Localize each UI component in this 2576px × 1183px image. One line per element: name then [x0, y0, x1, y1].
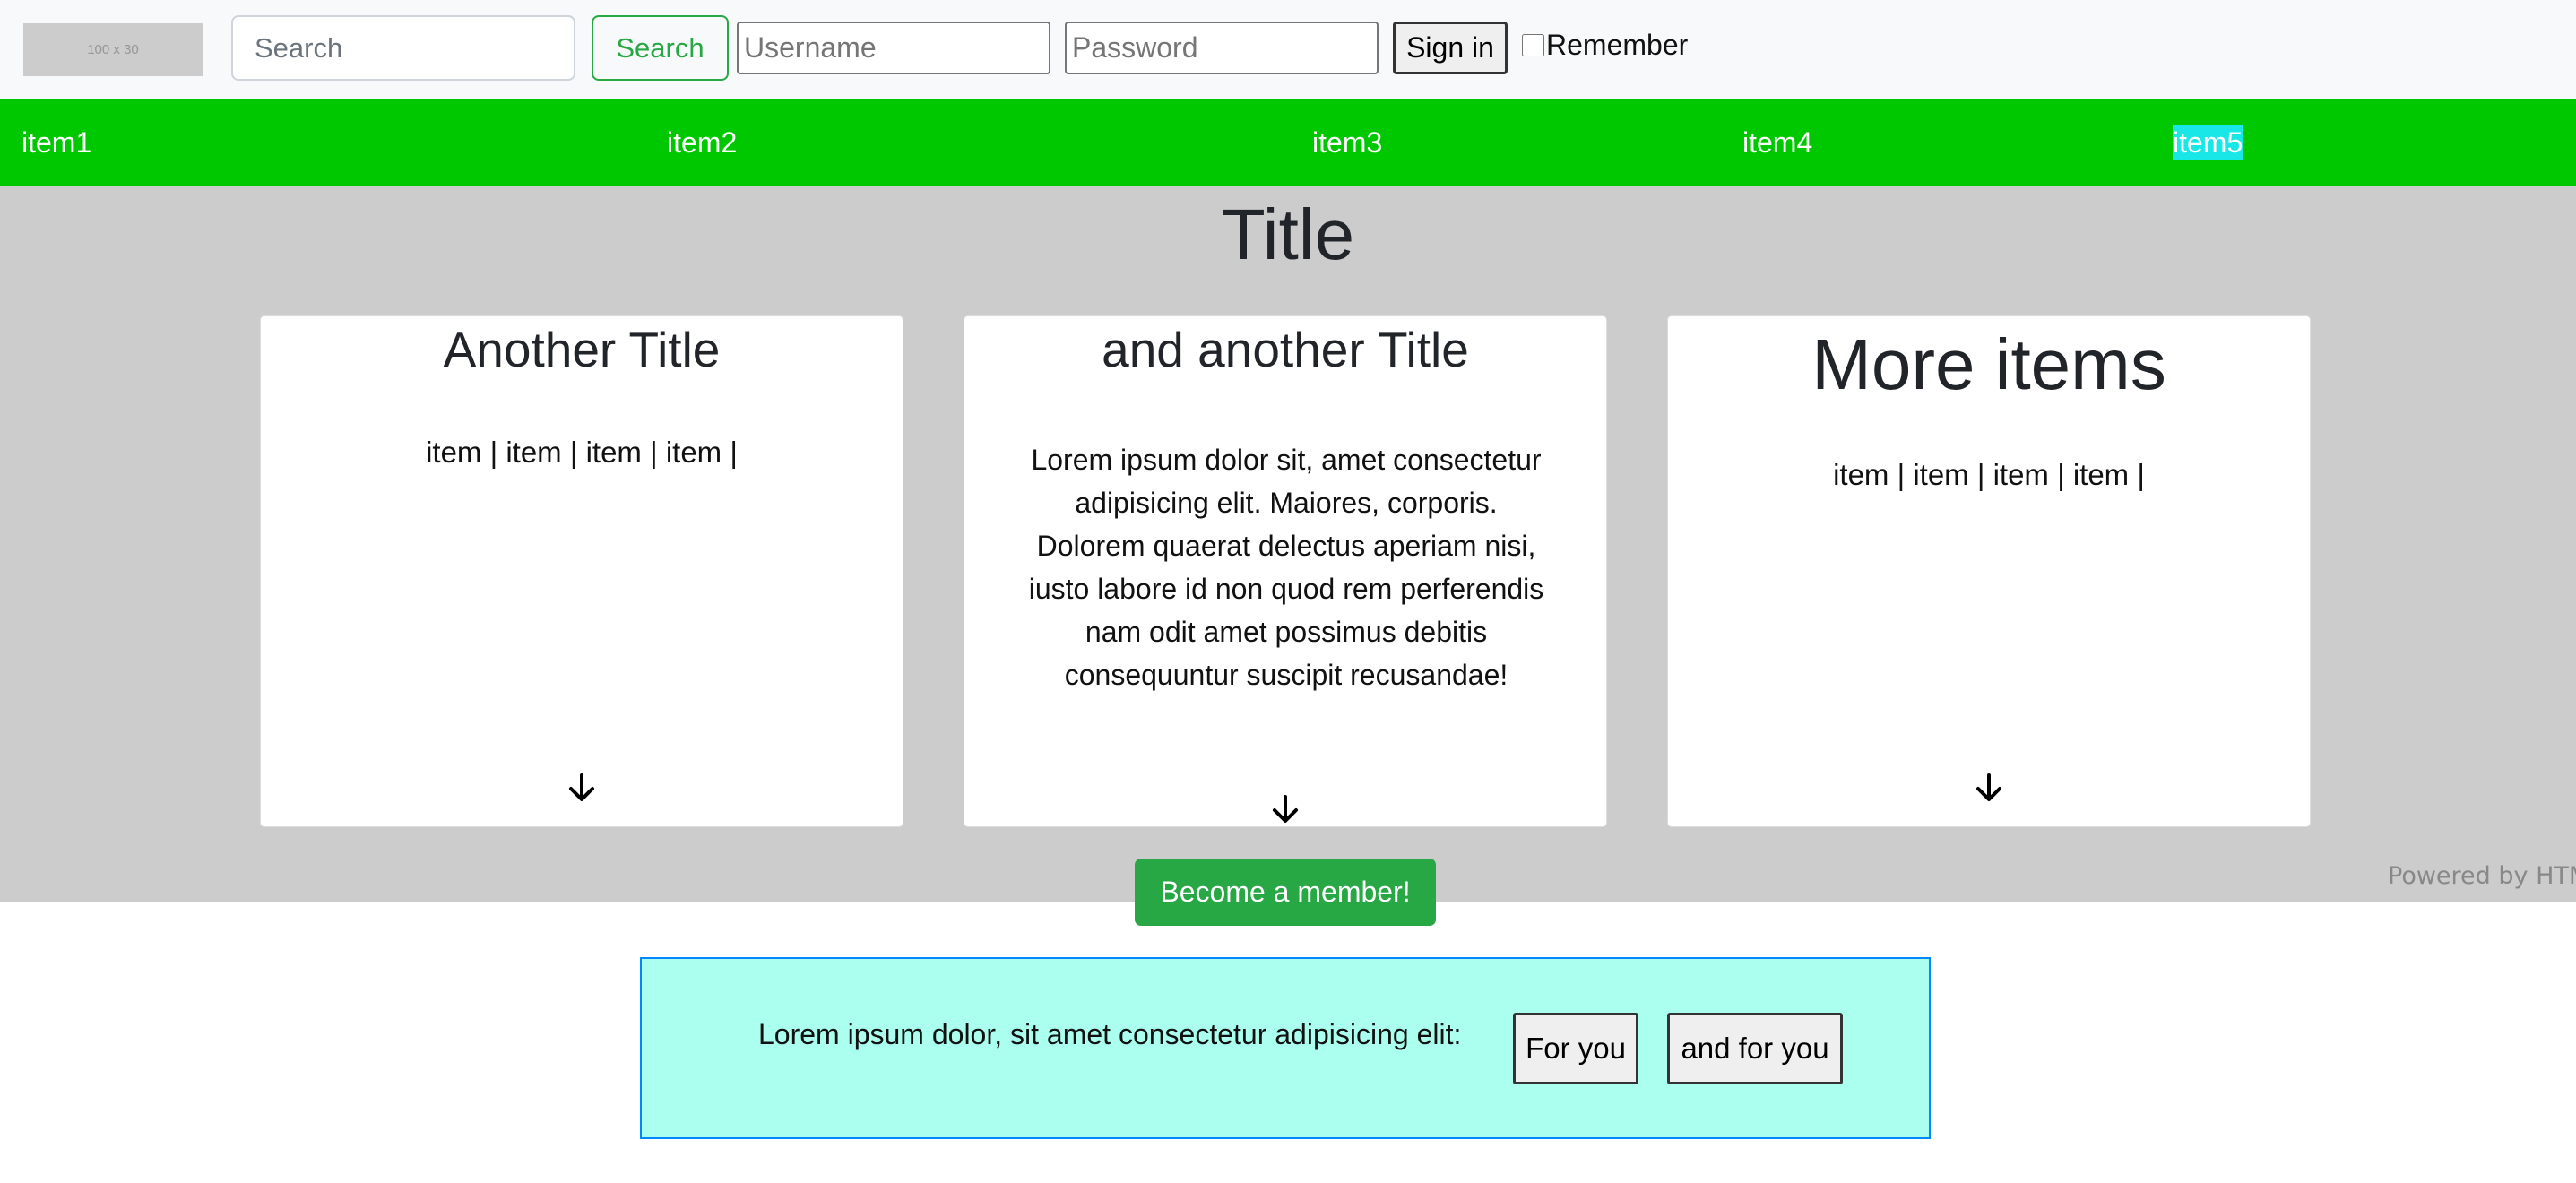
remember-label: Remember	[1546, 28, 1689, 61]
card-body: item | item | item | item |	[1833, 458, 2145, 491]
card-body: item | item | item | item |	[426, 436, 738, 469]
and-for-you-button[interactable]: and for you	[1667, 1013, 1843, 1084]
promo-box: Lorem ipsum dolor, sit amet consectetur …	[640, 957, 1931, 1139]
arrow-down-icon[interactable]	[964, 795, 1606, 828]
feature-card-1: Another Title item | item | item | item …	[260, 315, 903, 827]
nav-item-5[interactable]: item5	[2173, 125, 2243, 160]
arrow-down-icon[interactable]	[261, 773, 903, 807]
powered-by-text: Powered by HTM	[2388, 862, 2576, 890]
feature-card-3: More items item | item | item | item |	[1667, 315, 2311, 827]
become-member-button[interactable]: Become a member!	[1135, 859, 1436, 926]
nav-item-3[interactable]: item3	[1312, 125, 1382, 160]
hero-section: 500 Title Another Title item | item | it…	[0, 186, 2576, 902]
remember-checkbox[interactable]	[1522, 33, 1544, 56]
search-button[interactable]: Search	[592, 15, 729, 81]
page-title: Title	[1221, 194, 1355, 274]
card-title: More items	[1811, 324, 2166, 404]
promo-text: Lorem ipsum dolor, sit amet consectetur …	[758, 1018, 1462, 1050]
sign-in-button[interactable]: Sign in	[1393, 22, 1508, 74]
feature-card-2: and another Title Lorem ipsum dolor sit,…	[964, 315, 1607, 827]
nav-item-2[interactable]: item2	[667, 125, 737, 160]
main-nav: item1 item2 item3 item4 item5	[0, 99, 2576, 186]
card-title: and another Title	[1102, 322, 1469, 377]
for-you-button[interactable]: For you	[1513, 1013, 1638, 1084]
remember-option[interactable]: Remember	[1522, 27, 1688, 63]
card-body: Lorem ipsum dolor sit, amet consectetur …	[1028, 444, 1544, 691]
logo-placeholder: 100 x 30	[23, 23, 203, 76]
search-input[interactable]	[231, 15, 575, 81]
password-field[interactable]	[1065, 22, 1379, 74]
nav-item-1[interactable]: item1	[22, 125, 91, 160]
arrow-down-icon[interactable]	[1668, 773, 2310, 807]
nav-item-4[interactable]: item4	[1742, 125, 1812, 160]
card-title: Another Title	[443, 322, 721, 377]
top-bar: 100 x 30 Search Sign in Remember	[0, 0, 2576, 99]
username-field[interactable]	[737, 22, 1050, 74]
logo-placeholder-text: 100 x 30	[87, 42, 139, 57]
